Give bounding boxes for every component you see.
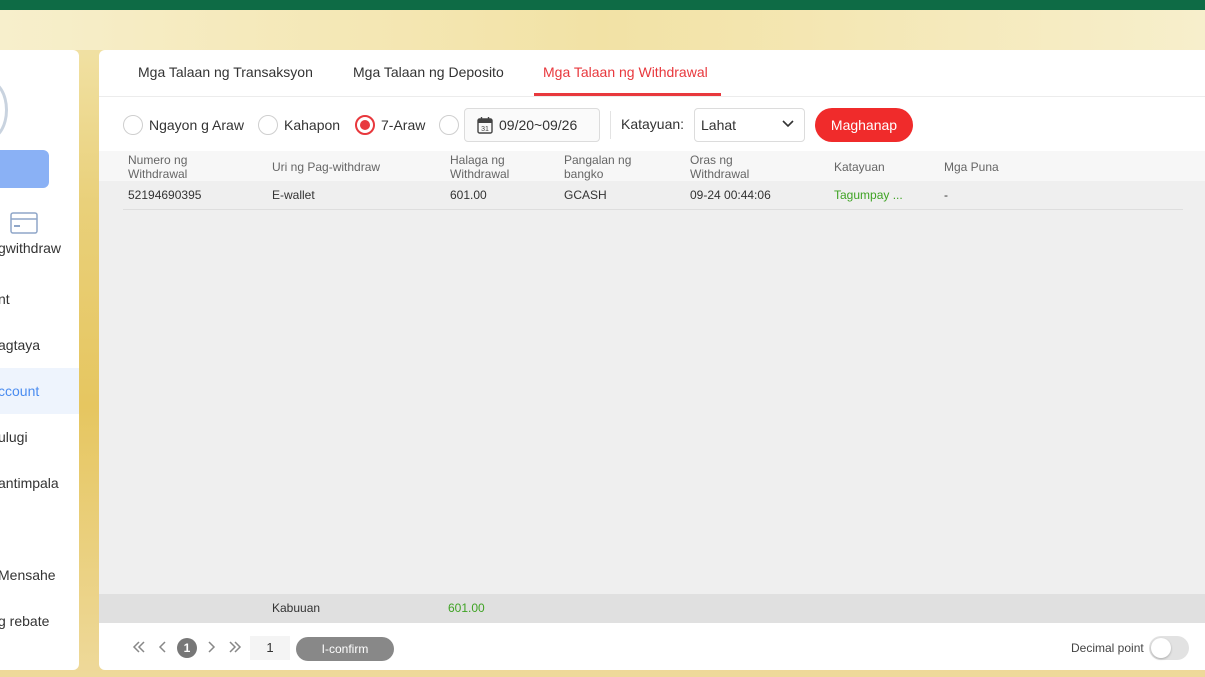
toggle-knob [1151,638,1171,658]
sidebar-item-rebate[interactable]: g rebate [0,598,79,644]
cell-remarks: - [944,188,948,202]
sidebar-item-rewards[interactable]: antimpala [0,460,79,506]
header-line: bangko [564,167,604,181]
date-range-picker[interactable]: 31 09/20~09/26 [464,108,600,142]
sidebar-item-losses[interactable]: ulugi [0,414,79,460]
cell-type: E-wallet [272,188,315,202]
header-line: Mga Puna [944,160,999,174]
page-jump-input[interactable]: 1 [250,636,290,660]
radio-circle [258,115,278,135]
total-amount: 601.00 [448,601,485,615]
decimal-point-label: Decimal point [1071,641,1144,655]
radio-yesterday[interactable]: Kahapon [258,115,340,135]
calendar-icon: 31 [477,117,493,134]
sidebar-item-bets[interactable]: agtaya [0,322,79,368]
header-line: Uri ng Pag-withdraw [272,160,381,174]
radio-today[interactable]: Ngayon g Araw [123,115,244,135]
header-line: Katayuan [834,160,885,174]
last-page-icon[interactable] [227,640,243,656]
column-header-time: Oras ng Withdrawal [690,153,749,181]
radio-label: Ngayon g Araw [149,117,244,133]
sidebar-item-account[interactable]: ccount [0,368,79,414]
column-header-type: Uri ng Pag-withdraw [272,160,380,174]
radio-label: Kahapon [284,117,341,133]
radio-7-days[interactable]: 7-Araw [355,115,425,135]
filter-bar: Ngayon g Araw Kahapon 7-Araw 31 09/20~09… [99,107,1205,143]
radio-circle [439,115,459,135]
header-line: Pangalan ng [564,153,632,167]
header-line: Numero ng [128,153,188,167]
sidebar-primary-button[interactable] [0,150,49,188]
records-panel: Mga Talaan ng Transaksyon Mga Talaan ng … [99,50,1205,670]
cell-time: 09-24 00:44:06 [690,188,771,202]
header-line: Halaga ng [450,153,505,167]
total-label: Kabuuan [272,601,321,615]
calendar-day: 31 [481,126,489,133]
column-header-amount: Halaga ng Withdrawal [450,153,509,181]
avatar[interactable] [0,80,8,140]
first-page-icon[interactable] [131,640,147,656]
next-page-icon[interactable] [203,640,219,656]
withdrawal-table: Numero ng Withdrawal Uri ng Pag-withdraw… [99,151,1205,594]
cell-number: 52194690395 [128,188,202,202]
table-header: Numero ng Withdrawal Uri ng Pag-withdraw… [99,151,1205,181]
cell-status: Tagumpay ... [834,188,903,202]
confirm-button[interactable]: I-confirm [296,637,394,661]
search-button[interactable]: Maghanap [815,108,913,142]
status-select-value: Lahat [701,117,737,133]
column-header-status: Katayuan [834,160,885,174]
prev-page-icon[interactable] [155,640,171,656]
radio-custom-range[interactable] [439,115,465,135]
status-filter-label: Katayuan: [621,116,685,132]
chevron-down-icon [782,120,794,128]
table-footer: Kabuuan 601.00 [99,594,1205,623]
divider [610,111,611,139]
header-line: Withdrawal [690,167,750,181]
decimal-point-toggle[interactable] [1149,636,1189,660]
header-line: Oras ng [690,153,733,167]
column-header-remarks: Mga Puna [944,160,999,174]
pagination: 1 1 I-confirm Decimal point [99,630,1205,670]
sidebar-item-account-statement[interactable]: nt [0,276,79,322]
radio-label: 7-Araw [381,117,426,133]
column-header-number: Numero ng Withdrawal [128,153,187,181]
table-row[interactable]: 52194690395 E-wallet 601.00 GCASH 09-24 … [123,181,1183,210]
tab-deposits[interactable]: Mga Talaan ng Deposito [353,50,504,96]
radio-circle [123,115,143,135]
background-banner [0,10,1205,50]
sidebar: gwithdraw nt agtaya ccount ulugi antimpa… [0,50,79,670]
page-number-current[interactable]: 1 [177,638,197,658]
tab-withdrawals[interactable]: Mga Talaan ng Withdrawal [543,50,708,96]
status-select[interactable]: Lahat [694,108,805,142]
date-range-value: 09/20~09/26 [499,117,578,133]
sidebar-item-withdraw[interactable]: gwithdraw [0,225,79,271]
cell-amount: 601.00 [450,188,487,202]
tab-bar: Mga Talaan ng Transaksyon Mga Talaan ng … [99,50,1205,97]
header-line: Withdrawal [450,167,510,181]
sidebar-item-messages[interactable]: Mensahe [0,552,79,598]
tab-transactions[interactable]: Mga Talaan ng Transaksyon [138,50,313,96]
radio-circle [355,115,375,135]
cell-bank: GCASH [564,188,607,202]
column-header-bank: Pangalan ng bangko [564,153,631,181]
active-tab-indicator [534,93,721,96]
top-bar [0,0,1205,10]
header-line: Withdrawal [128,167,188,181]
